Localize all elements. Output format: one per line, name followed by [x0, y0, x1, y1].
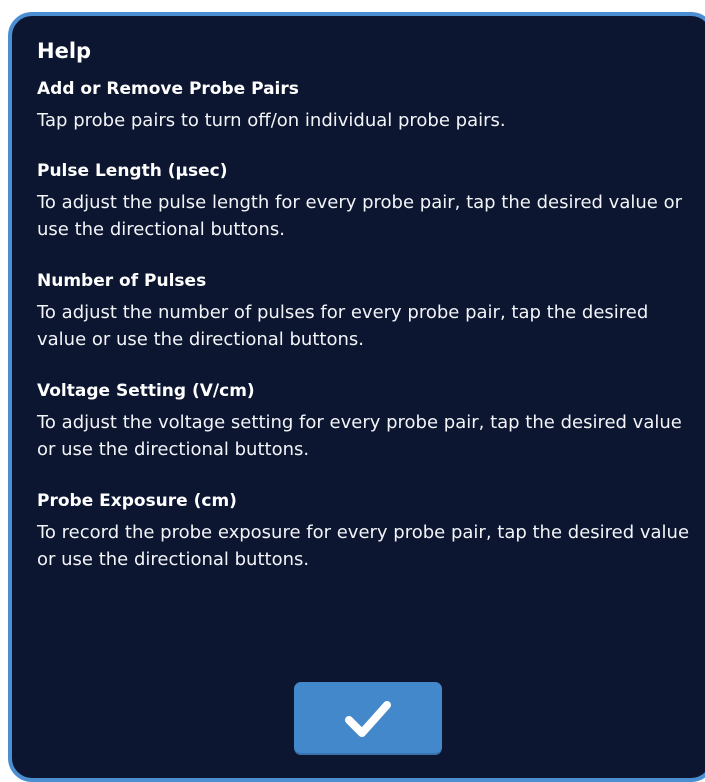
section-body: To adjust the voltage setting for every … [37, 412, 682, 460]
checkmark-icon [344, 699, 392, 739]
section-heading: Voltage Setting (V/cm) [37, 381, 255, 401]
section-heading: Number of Pulses [37, 271, 207, 291]
help-section-voltage-setting: Voltage Setting (V/cm) To adjust the vol… [37, 380, 697, 463]
section-heading: Pulse Length (µsec) [37, 161, 228, 181]
section-body: To adjust the number of pulses for every… [37, 302, 649, 350]
help-section-pulse-length: Pulse Length (µsec) To adjust the pulse … [37, 160, 697, 243]
help-section-probe-exposure: Probe Exposure (cm) To record the probe … [37, 490, 697, 573]
help-section-number-of-pulses: Number of Pulses To adjust the number of… [37, 270, 697, 353]
help-dialog: Help Add or Remove Probe Pairs Tap probe… [8, 12, 705, 782]
confirm-button[interactable] [294, 682, 442, 755]
section-body: To record the probe exposure for every p… [37, 522, 690, 570]
section-heading: Probe Exposure (cm) [37, 491, 237, 511]
section-body: Tap probe pairs to turn off/on individua… [37, 110, 506, 131]
section-heading: Add or Remove Probe Pairs [37, 79, 299, 99]
dialog-title: Help [37, 39, 92, 63]
help-section-probe-pairs: Add or Remove Probe Pairs Tap probe pair… [37, 78, 697, 134]
section-body: To adjust the pulse length for every pro… [37, 192, 682, 240]
